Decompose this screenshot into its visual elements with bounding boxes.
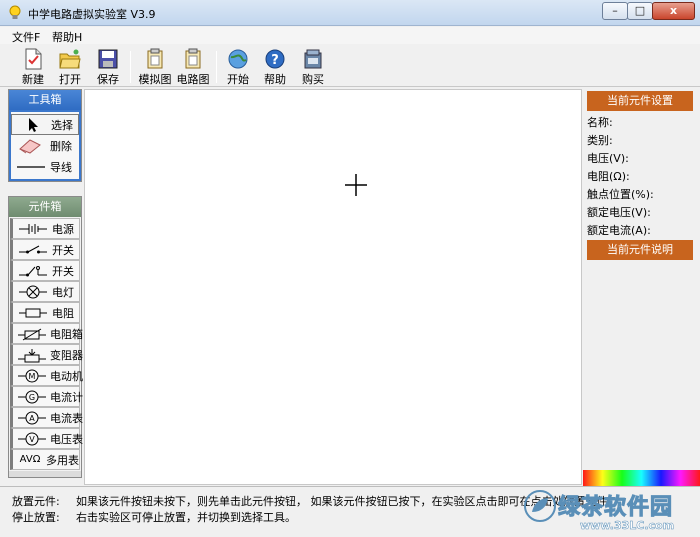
description-title: 当前元件说明 [587,240,693,260]
switch-symbol-icon [19,245,47,253]
menu-file[interactable]: 文件F [12,29,40,45]
crosshair-cursor-icon [345,174,367,196]
watermark: 绿茶软件园 www.33LC.com [518,486,700,537]
component-ammeter[interactable]: A 电流表 [10,407,83,428]
save-disk-icon [98,49,118,69]
field-name: 名称: [587,116,613,129]
component-panel: 元件箱 电源 开关 开关 电灯 电阻 电阻箱 变阻器 M 电动机 G 电流计 A… [8,196,83,478]
simulation-diagram-button[interactable]: 模拟图 [137,47,173,86]
field-type: 类别: [587,134,613,147]
component-motor[interactable]: M 电动机 [10,365,83,386]
toolbox-panel: 工具箱 选择 删除 导线 [8,89,82,182]
switch-alt-symbol-icon [19,265,47,276]
circuit-diagram-button[interactable]: 电路图 [175,47,211,86]
field-rated-current: 额定电流(A): [587,224,651,237]
new-document-icon [25,48,42,70]
simulation-diagram-icon [147,48,163,69]
maximize-button[interactable]: □ [627,2,653,20]
component-power[interactable]: 电源 [10,218,80,239]
status-stop: 停止放置: 右击实验区可停止放置，并切换到选择工具。 [12,511,296,524]
resistor-symbol-icon [19,308,47,317]
component-resistor-box[interactable]: 电阻箱 [10,323,83,344]
arrow-pointer-icon [29,117,38,132]
component-switch-alt[interactable]: 开关 [10,260,80,281]
ammeter-symbol-icon: A [18,411,46,424]
help-icon: ? [265,49,285,69]
menu-help[interactable]: 帮助H [52,29,82,45]
component-resistor[interactable]: 电阻 [10,302,80,323]
open-folder-icon [59,49,81,69]
svg-text:G: G [29,393,35,402]
component-info-panel: 当前元件设置 名称: 类别: 电压(V): 电阻(Ω): 触点位置(%): 额定… [584,89,700,485]
new-button[interactable]: 新建 [16,47,50,86]
lamp-symbol-icon [19,285,47,298]
field-contact-position: 触点位置(%): [587,188,654,201]
svg-text:A: A [29,414,35,423]
field-rated-voltage: 额定电压(V): [587,206,651,219]
color-palette[interactable] [583,470,700,486]
toolbar: 新建 打开 保存 模拟图 电路图 开始 ? 帮助 购买 [0,45,700,87]
window-title: 中学电路虚拟实验室 V3.9 [28,8,156,21]
component-lamp[interactable]: 电灯 [10,281,80,302]
purchase-icon [304,49,322,69]
component-rheostat[interactable]: 变阻器 [10,344,83,365]
svg-text:V: V [29,435,35,444]
minimize-button[interactable]: – [602,2,628,20]
menu-bar: 文件F 帮助H [0,27,700,44]
resistor-box-symbol-icon [18,328,46,340]
open-button[interactable]: 打开 [53,47,87,86]
toolbox-title: 工具箱 [9,90,81,110]
watermark-url: www.33LC.com [580,519,675,533]
experiment-canvas[interactable] [84,89,582,485]
voltmeter-symbol-icon: V [18,432,46,445]
component-multimeter[interactable]: AVΩ 多用表 [10,449,80,470]
leaf-logo-icon [524,490,556,522]
settings-title: 当前元件设置 [587,91,693,111]
field-resistance: 电阻(Ω): [587,170,630,183]
galvanometer-symbol-icon: G [18,390,46,403]
motor-symbol-icon: M [18,369,46,382]
circuit-diagram-icon [185,48,201,69]
svg-text:?: ? [271,53,279,68]
field-voltage: 电压(V): [587,152,629,165]
purchase-button[interactable]: 购买 [296,47,330,86]
start-globe-icon [228,49,248,69]
watermark-text: 绿茶软件园 [557,495,674,521]
help-button[interactable]: ? 帮助 [258,47,292,86]
title-bar: 中学电路虚拟实验室 V3.9 – □ x [0,0,700,26]
rheostat-symbol-icon [18,348,46,362]
multimeter-icon: AVΩ [19,454,41,465]
lightbulb-icon [9,5,21,19]
component-galvanometer[interactable]: G 电流计 [10,386,83,407]
component-title: 元件箱 [9,197,81,217]
tool-wire[interactable]: 导线 [11,156,79,177]
svg-text:M: M [29,372,36,381]
close-button[interactable]: x [652,2,695,20]
save-button[interactable]: 保存 [91,47,125,86]
tool-delete[interactable]: 删除 [11,135,79,156]
component-switch[interactable]: 开关 [10,239,80,260]
component-voltmeter[interactable]: V 电压表 [10,428,83,449]
tool-select[interactable]: 选择 [11,114,79,135]
eraser-icon [19,138,41,154]
start-button[interactable]: 开始 [221,47,255,86]
battery-symbol-icon [19,223,47,234]
wire-line-icon [17,165,45,168]
